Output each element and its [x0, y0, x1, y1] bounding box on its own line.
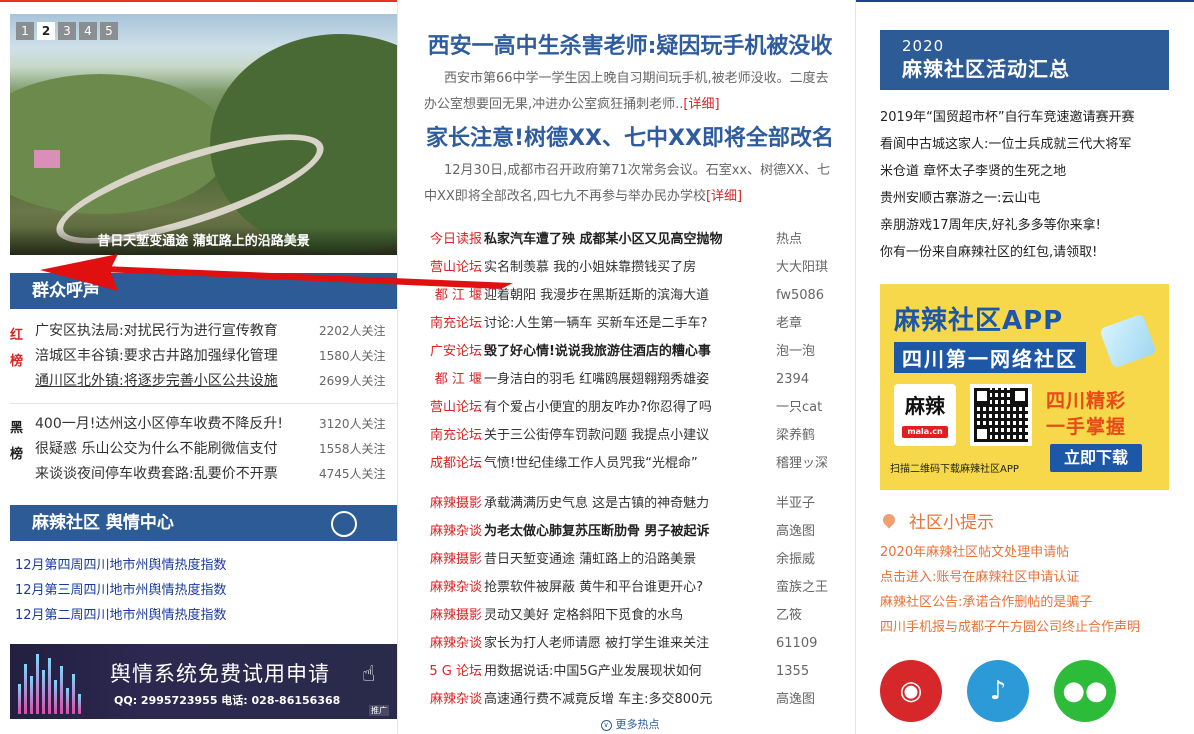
image-slider[interactable]: 1 2 3 4 5 昔日天堑变通途 蒲虹路上的沿路美景 [10, 14, 397, 255]
list-item[interactable]: 通川区北外镇:将逐步完善小区公共设施 2699人关注 [35, 369, 397, 394]
slider-page-5[interactable]: 5 [100, 22, 118, 40]
qq-icon[interactable]: ♪ [967, 660, 1029, 722]
chat-bubble-icon [1099, 313, 1157, 369]
list-item[interactable]: 麻辣杂谈 高速通行费不减竟反增 车主:多交800元 高逸图 [420, 686, 840, 714]
list-item[interactable]: 麻辣杂谈 为老太做心肺复苏压断肋骨 男子被起诉 高逸图 [420, 518, 840, 546]
activity-title: 麻辣社区活动汇总 [902, 57, 1070, 81]
list-item[interactable]: 2019年“国贸超市杯”自行车竞速邀请赛开赛 [880, 104, 1170, 131]
column-divider [397, 0, 398, 734]
slider-page-2[interactable]: 2 [37, 22, 55, 40]
headline-summary: 西安市第66中学一学生因上晚自习期间玩手机,被老师没收。二度去办公室想要回无果,… [424, 71, 829, 112]
list-item[interactable]: 麻辣摄影 昔日天堑变通途 蒲虹路上的沿路美景 余振威 [420, 546, 840, 574]
social-links: ◉ ♪ ●● [880, 660, 1170, 722]
hot-topic-list: 今日读报 私家汽车遭了殃 成都某小区又见高空抛物 热点 营山论坛 实名制羡慕 我的小姐… [420, 226, 840, 714]
list-item[interactable]: 都 江 堰一身洁白的羽毛 红嘴鸥展翅翱翔秀雄姿 2394 [420, 366, 840, 394]
list-item[interactable]: 都 江 堰迎着朝阳 我漫步在黑斯廷斯的滨海大道 fw5086 [420, 282, 840, 310]
building-roof [34, 150, 60, 168]
bar-graphic-decoration [18, 650, 98, 714]
tips-header: 社区小提示 [880, 508, 1170, 533]
mala-logo: 麻辣 mala.cn [894, 384, 956, 446]
activity-year: 2020 [902, 37, 945, 55]
activity-list: 2019年“国贸超市杯”自行车竞速邀请赛开赛 看阆中古城这家人:一位士兵成就三代… [880, 104, 1170, 266]
slider-page-3[interactable]: 3 [58, 22, 76, 40]
list-item[interactable]: 今日读报 私家汽车遭了殃 成都某小区又见高空抛物 热点 [420, 226, 840, 254]
yuqing-link[interactable]: 12月第四周四川地市州舆情热度指数 [15, 553, 397, 578]
list-item[interactable]: 很疑惑 乐山公交为什么不能刷微信支付 1558人关注 [35, 437, 397, 462]
slider-caption[interactable]: 昔日天堑变通途 蒲虹路上的沿路美景 [10, 227, 397, 255]
tip-link[interactable]: 2020年麻辣社区帖文处理申请帖 [880, 540, 1170, 565]
headline-title[interactable]: 西安一高中生杀害老师:疑因玩手机被没收 [420, 30, 840, 64]
slider-page-4[interactable]: 4 [79, 22, 97, 40]
list-item[interactable]: 看阆中古城这家人:一位士兵成就三代大将军 [880, 131, 1170, 158]
yuqing-link[interactable]: 12月第二周四川地市州舆情热度指数 [15, 603, 397, 628]
chevron-down-icon: ∨ [600, 719, 612, 731]
section-title: 群众呼声 [32, 281, 100, 301]
top-accent-line-right [855, 0, 1194, 2]
red-rank-label: 红榜 [10, 328, 24, 369]
section-title: 麻辣社区 舆情中心 [32, 513, 174, 533]
list-gap [420, 478, 840, 490]
left-column: 1 2 3 4 5 昔日天堑变通途 蒲虹路上的沿路美景 群众呼声 红榜 广安区执… [10, 14, 397, 719]
list-item[interactable]: 广安区执法局:对扰民行为进行宣传教育 2202人关注 [35, 319, 397, 344]
more-hot-link[interactable]: ∨ 更多热点 [420, 716, 840, 732]
ad-tag: 推广 [369, 705, 389, 716]
divider [10, 403, 397, 404]
tip-link[interactable]: 点击进入:账号在麻辣社区申请认证 [880, 565, 1170, 590]
list-item[interactable]: 米仓道 章怀太子李贤的生死之地 [880, 158, 1170, 185]
list-item[interactable]: 涪城区丰谷镇:要求古井路加强绿化管理 1580人关注 [35, 344, 397, 369]
list-item[interactable]: 亲朋游戏17周年庆,好礼多多等你来拿! [880, 212, 1170, 239]
app-download-ad[interactable]: 麻辣社区APP 四川第一网络社区 麻辣 mala.cn 四川精彩 一手掌握 立即下载… [880, 284, 1169, 490]
section-header-qunzhong: 群众呼声 [10, 273, 397, 309]
middle-column: 西安一高中生杀害老师:疑因玩手机被没收 西安市第66中学一学生因上晚自习期间玩手… [420, 30, 840, 732]
slider-page-1[interactable]: 1 [16, 22, 34, 40]
tips-title: 社区小提示 [909, 512, 994, 533]
wechat-icon[interactable]: ●● [1054, 660, 1116, 722]
download-button[interactable]: 立即下载 [1050, 444, 1142, 472]
tip-link[interactable]: 四川手机报与成都子午方圆公司终止合作声明 [880, 615, 1170, 640]
list-item[interactable]: 南充论坛 讨论:人生第一辆车 买新车还是二手车? 老章 [420, 310, 840, 338]
globe-icon [331, 511, 357, 537]
banner-contact: QQ: 2995723955 电话: 028-86156368 [114, 694, 341, 707]
qr-code-icon [970, 384, 1032, 446]
list-item[interactable]: 贵州安顺古寨游之一:云山屯 [880, 185, 1170, 212]
list-item[interactable]: 成都论坛 气愤!世纪佳缘工作人员咒我“光棍命” 稽狸ッ深 [420, 450, 840, 478]
list-item[interactable]: 麻辣摄影 灵动又美好 定格斜阳下觅食的水鸟 乙筱 [420, 602, 840, 630]
headline-summary: 12月30日,成都市召开政府第71次常务会议。石室xx、树德XX、七中XX即将全… [424, 163, 830, 204]
app-ad-subtitle: 四川第一网络社区 [894, 342, 1086, 373]
detail-link[interactable]: [详细] [683, 97, 719, 112]
list-item[interactable]: 麻辣摄影 承载满满历史气息 这是古镇的神奇魅力 半亚子 [420, 490, 840, 518]
hand-pointer-icon: ☝ [362, 662, 376, 687]
top-accent-line-left [0, 0, 397, 2]
activity-header[interactable]: 2020 麻辣社区活动汇总 [880, 30, 1169, 90]
yuqing-trial-banner[interactable]: 舆情系统免费试用申请 ☝ QQ: 2995723955 电话: 028-8615… [10, 644, 397, 719]
yuqing-links: 12月第四周四川地市州舆情热度指数 12月第三周四川地市州舆情热度指数 12月第… [10, 553, 397, 628]
headline-title[interactable]: 家长注意!树德XX、七中XX即将全部改名 [420, 122, 840, 156]
detail-link[interactable]: [详细] [706, 189, 742, 204]
list-item[interactable]: 你有一份来自麻辣社区的红包,请领取! [880, 239, 1170, 266]
location-pin-icon [880, 511, 898, 529]
app-ad-slogan: 四川精彩 一手掌握 [1046, 390, 1127, 438]
list-item[interactable]: 5 G 论坛 用数据说话:中国5G产业发展现状如何 1355 [420, 658, 840, 686]
black-rank-list: 黑榜 400一月!达州这小区停车收费不降反升! 3120人关注 很疑惑 乐山公交为… [10, 412, 397, 487]
list-item[interactable]: 广安论坛 毁了好心情!说说我旅游住酒店的糟心事 泡一泡 [420, 338, 840, 366]
weibo-icon[interactable]: ◉ [880, 660, 942, 722]
app-ad-title: 麻辣社区APP [894, 306, 1064, 336]
list-item[interactable]: 营山论坛 实名制羡慕 我的小姐妹靠攒钱买了房 大大阳琪 [420, 254, 840, 282]
column-divider [855, 0, 856, 734]
list-item[interactable]: 来谈谈夜间停车收费套路:乱要价不开票 4745人关注 [35, 462, 397, 487]
black-rank-label: 黑榜 [10, 421, 24, 462]
right-column: 2020 麻辣社区活动汇总 2019年“国贸超市杯”自行车竞速邀请赛开赛 看阆中… [880, 30, 1170, 722]
yuqing-link[interactable]: 12月第三周四川地市州舆情热度指数 [15, 578, 397, 603]
list-item[interactable]: 400一月!达州这小区停车收费不降反升! 3120人关注 [35, 412, 397, 437]
list-item[interactable]: 麻辣杂谈 家长为打人老师请愿 被打学生谁来关注 61109 [420, 630, 840, 658]
list-item[interactable]: 营山论坛 有个爱占小便宜的朋友咋办?你忍得了吗 一只cat [420, 394, 840, 422]
list-item[interactable]: 南充论坛 关于三公街停车罚款问题 我提点小建议 梁养鹤 [420, 422, 840, 450]
list-item[interactable]: 麻辣杂谈 抢票软件被屏蔽 黄牛和平台谁更开心? 蛮族之王 [420, 574, 840, 602]
banner-title: 舆情系统免费试用申请 [110, 662, 330, 686]
tip-link[interactable]: 麻辣社区公告:承诺合作删帖的是骗子 [880, 590, 1170, 615]
red-rank-list: 红榜 广安区执法局:对扰民行为进行宣传教育 2202人关注 涪城区丰谷镇:要求古井… [10, 319, 397, 394]
scan-hint: 扫描二维码下载麻辣社区APP [890, 464, 1019, 475]
section-header-yuqing: 麻辣社区 舆情中心 [10, 505, 397, 541]
tips-list: 2020年麻辣社区帖文处理申请帖 点击进入:账号在麻辣社区申请认证 麻辣社区公告… [880, 540, 1170, 640]
